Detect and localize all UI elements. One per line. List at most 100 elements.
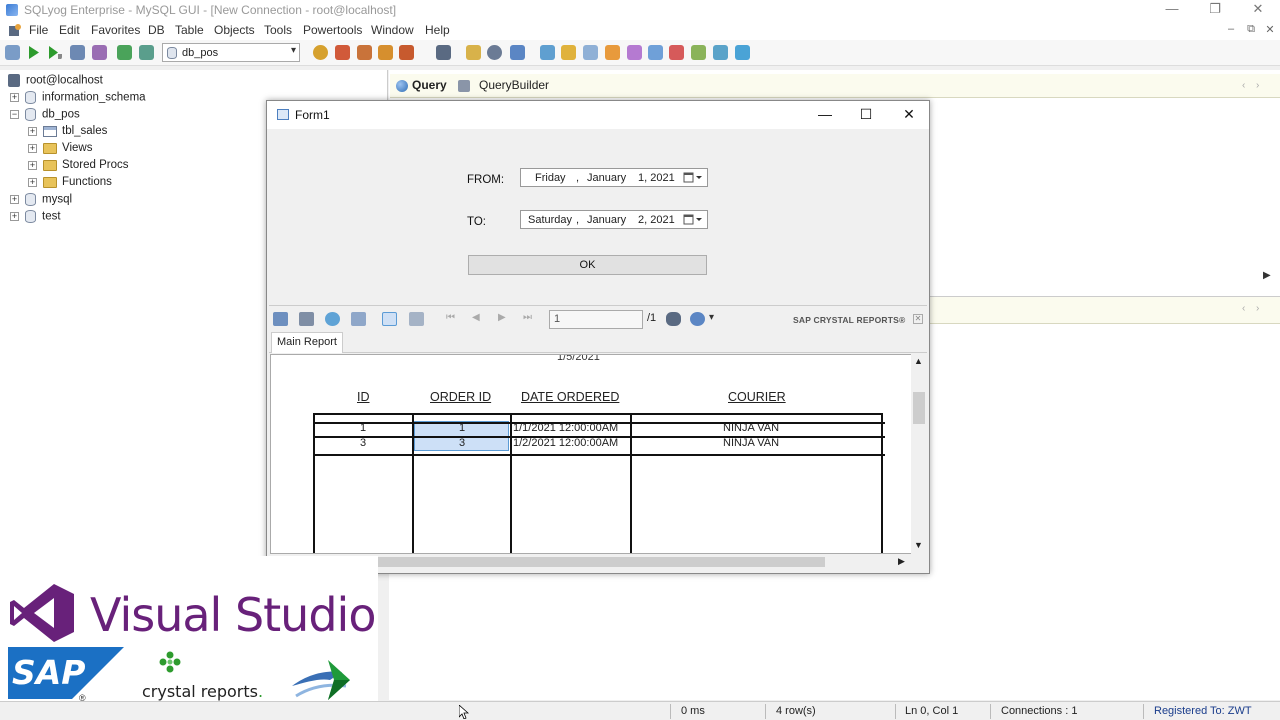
tree-node-information-schema[interactable]: + information_schema: [10, 91, 146, 107]
restore-icon[interactable]: [357, 45, 372, 60]
mdi-restore-button[interactable]: ⧉: [1244, 23, 1258, 36]
scroll-up-icon[interactable]: ▲: [914, 356, 923, 366]
tab-scroll-left-icon[interactable]: ‹: [1242, 80, 1245, 91]
backup-icon[interactable]: [335, 45, 350, 60]
folder-icon: [43, 159, 57, 171]
expand-icon[interactable]: +: [10, 93, 19, 102]
execute-icon[interactable]: [26, 45, 41, 60]
schema-designer-icon[interactable]: [735, 45, 750, 60]
scroll-thumb[interactable]: [330, 557, 825, 567]
export-icon[interactable]: [399, 45, 414, 60]
menu-help[interactable]: Help: [425, 23, 450, 37]
expand-icon[interactable]: +: [10, 212, 19, 221]
expand-icon[interactable]: +: [28, 126, 37, 136]
first-page-icon[interactable]: ⏮: [446, 312, 455, 323]
compare-icon[interactable]: [713, 45, 728, 60]
tab-querybuilder[interactable]: QueryBuilder: [479, 78, 549, 92]
last-page-icon[interactable]: ⏭: [523, 312, 532, 323]
collapse-icon[interactable]: −: [10, 110, 19, 119]
menu-favorites[interactable]: Favorites: [91, 23, 140, 37]
mdi-close-button[interactable]: ✕: [1263, 23, 1277, 36]
procedure-icon[interactable]: [583, 45, 598, 60]
form1-maximize-button[interactable]: ☐: [856, 106, 876, 123]
function-icon[interactable]: [605, 45, 620, 60]
print-icon[interactable]: [299, 312, 314, 326]
execute-all-icon[interactable]: [47, 45, 62, 60]
from-date-picker[interactable]: Friday , January 1, 2021: [520, 168, 708, 187]
trigger-icon[interactable]: [627, 45, 642, 60]
schema-icon[interactable]: [510, 45, 525, 60]
tree-node-db-pos[interactable]: − db_pos: [10, 108, 80, 124]
query-options-icon[interactable]: [92, 45, 107, 60]
clean-icon[interactable]: [466, 45, 481, 60]
import-icon[interactable]: [378, 45, 393, 60]
copy-report-icon[interactable]: [351, 312, 366, 326]
ok-button[interactable]: OK: [468, 255, 707, 275]
tree-node-mysql[interactable]: + mysql: [10, 193, 72, 209]
mdi-minimize-button[interactable]: –: [1224, 23, 1238, 35]
result-scroll-left-icon[interactable]: ‹: [1242, 303, 1245, 314]
scroll-down-icon[interactable]: ▼: [914, 540, 923, 550]
zoom-icon[interactable]: [690, 312, 705, 326]
drop-icon[interactable]: [669, 45, 684, 60]
search-icon[interactable]: [487, 45, 502, 60]
database-select[interactable]: db_pos ▾: [162, 43, 300, 62]
copy-icon[interactable]: [691, 45, 706, 60]
result-scroll-right-icon[interactable]: ›: [1256, 303, 1259, 314]
form1-minimize-button[interactable]: —: [815, 106, 835, 122]
refresh-icon[interactable]: [117, 45, 132, 60]
sync-icon[interactable]: [139, 45, 154, 60]
expand-icon[interactable]: +: [10, 195, 19, 204]
next-page-icon[interactable]: ▶: [498, 312, 506, 323]
menu-objects[interactable]: Objects: [214, 23, 255, 37]
view-icon[interactable]: [561, 45, 576, 60]
tree-node-views[interactable]: + Views: [28, 142, 92, 158]
user-manager-icon[interactable]: [436, 45, 451, 60]
menu-powertools[interactable]: Powertools: [303, 23, 362, 37]
close-button[interactable]: ✕: [1238, 1, 1278, 17]
calendar-dropdown-icon[interactable]: [681, 170, 705, 185]
connect-icon[interactable]: [5, 45, 20, 60]
menu-table[interactable]: Table: [175, 23, 204, 37]
app-menu-icon[interactable]: [8, 23, 22, 37]
tree-node-functions[interactable]: + Functions: [28, 176, 112, 192]
tab-main-report[interactable]: Main Report: [271, 332, 343, 353]
menu-window[interactable]: Window: [371, 23, 414, 37]
group-tree-icon[interactable]: [409, 312, 424, 326]
menu-db[interactable]: DB: [148, 23, 165, 37]
report-page[interactable]: 1/5/2021 ID ORDER ID DATE ORDERED COURIE…: [270, 354, 926, 554]
table-icon[interactable]: [540, 45, 555, 60]
expand-icon[interactable]: +: [28, 177, 37, 187]
zoom-dropdown-icon[interactable]: ▾: [709, 312, 714, 323]
calendar-dropdown-icon[interactable]: [681, 212, 705, 227]
minimize-button[interactable]: —: [1152, 1, 1192, 16]
tab-scroll-right-icon[interactable]: ›: [1256, 80, 1259, 91]
help-icon[interactable]: [382, 312, 397, 326]
tree-node-stored-procs[interactable]: + Stored Procs: [28, 159, 128, 175]
export-report-icon[interactable]: [273, 312, 288, 326]
scroll-right-icon[interactable]: ▶: [898, 556, 905, 567]
tree-node-tbl-sales[interactable]: + tbl_sales: [28, 125, 107, 141]
stop-icon[interactable]: [70, 45, 85, 60]
scroll-thumb[interactable]: [913, 392, 925, 424]
menu-edit[interactable]: Edit: [59, 23, 80, 37]
form1-close-button[interactable]: ✕: [899, 106, 919, 123]
menu-tools[interactable]: Tools: [264, 23, 292, 37]
tab-query[interactable]: Query: [412, 78, 447, 92]
create-db-icon[interactable]: [313, 45, 328, 60]
event-icon[interactable]: [648, 45, 663, 60]
tree-node-root[interactable]: root@localhost: [8, 74, 103, 90]
to-date-picker[interactable]: Saturday , January 2, 2021: [520, 210, 708, 229]
prev-page-icon[interactable]: ◀: [472, 312, 480, 323]
menu-file[interactable]: File: [29, 23, 48, 37]
tree-node-test[interactable]: + test: [10, 210, 61, 226]
scroll-right-icon[interactable]: ▶: [1263, 270, 1271, 281]
viewer-close-icon[interactable]: ✕: [913, 314, 923, 324]
report-vertical-scrollbar[interactable]: ▲ ▼: [911, 354, 927, 554]
expand-icon[interactable]: +: [28, 143, 37, 153]
restore-button[interactable]: ❐: [1195, 1, 1235, 17]
page-number-input[interactable]: 1: [549, 310, 643, 329]
refresh-report-icon[interactable]: [325, 312, 340, 326]
find-icon[interactable]: [666, 312, 681, 326]
expand-icon[interactable]: +: [28, 160, 37, 170]
